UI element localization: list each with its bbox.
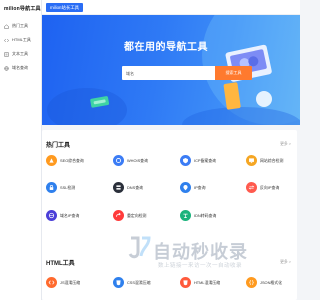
tool-label: SSL检测 — [60, 184, 76, 190]
whois-icon — [113, 155, 124, 166]
tool-css-minify[interactable]: CSS混淆压缩 — [113, 277, 151, 288]
tool-site-check[interactable]: 网站综合检测 — [246, 155, 283, 166]
tool-label: 域名IP查询 — [60, 212, 80, 218]
tool-idn[interactable]: IDN转码查询 — [180, 210, 216, 221]
tool-label: 网站综合检测 — [260, 157, 284, 163]
tool-label: 反向IP查询 — [260, 184, 280, 190]
tool-label: 重定向检测 — [127, 212, 147, 218]
tool-label: WHOIS查询 — [127, 157, 148, 163]
sidebar-item-label: 文本工具 — [12, 51, 28, 56]
json-icon — [246, 277, 257, 288]
tool-domain-ip[interactable]: 域名IP查询 — [46, 210, 79, 221]
tool-ssl[interactable]: SSL检测 — [46, 182, 75, 193]
tool-js-minify[interactable]: JS混淆压缩 — [46, 277, 80, 288]
tool-dns[interactable]: DNS查询 — [113, 182, 143, 193]
code-icon — [4, 38, 9, 43]
hero-title: 都在用的导航工具 — [124, 42, 208, 53]
tab-site-tools[interactable]: milion站长工具 — [46, 3, 84, 12]
sidebar-item-hot-tools[interactable]: 热门工具 — [0, 19, 41, 33]
sidebar-item-domain-query[interactable]: 域名查询 — [0, 61, 41, 75]
css-icon — [113, 277, 124, 288]
watermark-sub-text: 数上链接一来访一次一自动收录 — [158, 263, 243, 269]
reverse-ip-icon — [246, 182, 257, 193]
globe-icon — [4, 65, 9, 71]
html-tools-title: HTML工具 — [46, 261, 75, 267]
tool-label: JSON格式化 — [260, 279, 283, 285]
tool-html-minify[interactable]: HTML混淆压缩 — [180, 277, 220, 288]
sidebar: milion导航工具 热门工具 HTML工具 文本工具 域名查询 — [0, 0, 42, 300]
tool-seo[interactable]: SEO综合查询 — [46, 155, 84, 166]
tool-label: HTML混淆压缩 — [194, 279, 221, 285]
lock-icon — [46, 182, 57, 193]
icp-icon — [180, 155, 191, 166]
tool-label: ICP备案查询 — [194, 157, 217, 163]
sidebar-item-label: 域名查询 — [12, 65, 28, 70]
search-input[interactable] — [122, 66, 215, 80]
watermark-logo-icon — [128, 236, 151, 259]
seo-icon — [46, 155, 57, 166]
tool-json-format[interactable]: JSON格式化 — [246, 277, 282, 288]
tool-label: DNS查询 — [127, 184, 143, 190]
monitor-icon — [246, 155, 257, 166]
sidebar-item-label: 热门工具 — [12, 23, 28, 28]
site-logo[interactable]: milion导航工具 — [0, 0, 41, 19]
tool-label: IDN转码查询 — [194, 212, 217, 218]
hero-banner: 都在用的导航工具 搜索工具 — [42, 15, 300, 125]
idn-icon — [180, 210, 191, 221]
tool-label: SEO综合查询 — [60, 157, 84, 163]
search-button[interactable]: 搜索工具 — [215, 66, 252, 80]
tool-ip[interactable]: IP查询 — [180, 182, 205, 193]
tool-whois[interactable]: WHOIS查询 — [113, 155, 148, 166]
watermark: 自动秒收录 数上链接一来访一次一自动收录 — [128, 236, 288, 276]
html-icon — [180, 277, 191, 288]
redirect-icon — [113, 210, 124, 221]
sidebar-item-html-tools[interactable]: HTML工具 — [0, 33, 41, 47]
tool-reverse-ip[interactable]: 反向IP查询 — [246, 182, 279, 193]
tool-label: IP查询 — [194, 184, 206, 190]
dns-icon — [113, 182, 124, 193]
sidebar-item-label: HTML工具 — [12, 37, 31, 42]
hot-tools-more-link[interactable]: 更多 > — [280, 142, 291, 147]
ip-icon — [180, 182, 191, 193]
sidebar-item-text-tools[interactable]: 文本工具 — [0, 47, 41, 61]
text-icon — [4, 51, 9, 57]
top-bar: milion站长工具 — [42, 0, 300, 15]
tool-label: CSS混淆压缩 — [127, 279, 151, 285]
hot-tools-title: 热门工具 — [46, 143, 71, 149]
home-icon — [4, 23, 9, 29]
domain-ip-icon — [46, 210, 57, 221]
tool-icp[interactable]: ICP备案查询 — [180, 155, 216, 166]
tool-label: JS混淆压缩 — [60, 279, 81, 285]
js-icon — [46, 277, 57, 288]
tool-redirect[interactable]: 重定向检测 — [113, 210, 146, 221]
